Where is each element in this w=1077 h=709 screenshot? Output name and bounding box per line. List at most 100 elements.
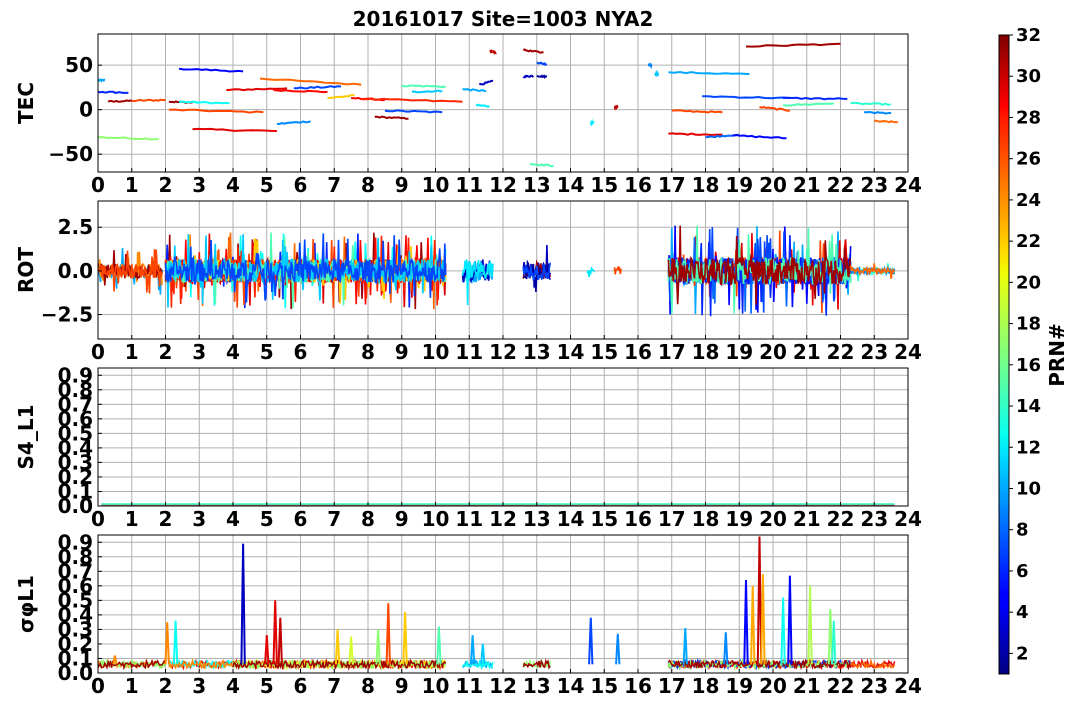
y-tick-label: 0.9 xyxy=(58,363,93,387)
x-tick-label: 3 xyxy=(192,340,206,364)
x-tick-label: 13 xyxy=(523,340,551,364)
x-tick-label: 0 xyxy=(91,173,105,197)
x-tick-label: 6 xyxy=(294,674,308,698)
x-tick-label: 12 xyxy=(489,507,517,531)
x-tick-label: 19 xyxy=(725,507,753,531)
x-tick-label: 7 xyxy=(327,674,341,698)
y-tick-label: 50 xyxy=(65,53,93,77)
x-tick-label: 2 xyxy=(159,507,173,531)
x-tick-label: 5 xyxy=(260,173,274,197)
x-tick-label: 8 xyxy=(361,340,375,364)
x-tick-label: 11 xyxy=(455,507,483,531)
x-tick-label: 19 xyxy=(725,340,753,364)
y-axis-label: S4_L1 xyxy=(14,405,38,470)
x-tick-label: 14 xyxy=(557,507,585,531)
colorbar-tick-label: 18 xyxy=(1016,314,1041,335)
x-tick-label: 3 xyxy=(192,173,206,197)
x-tick-label: 13 xyxy=(523,674,551,698)
x-tick-label: 9 xyxy=(395,507,409,531)
colorbar-tick-label: 8 xyxy=(1016,520,1029,541)
series-line-prn-6 xyxy=(783,96,848,101)
x-tick-label: 20 xyxy=(759,340,787,364)
y-tick-label: −2.5 xyxy=(41,303,93,327)
x-tick-label: 24 xyxy=(894,674,922,698)
x-tick-label: 7 xyxy=(327,507,341,531)
y-tick-label: 0.9 xyxy=(58,530,93,554)
x-tick-label: 21 xyxy=(793,674,821,698)
x-tick-label: 15 xyxy=(590,507,618,531)
y-tick-label: 2.5 xyxy=(58,215,93,239)
colorbar-tick-label: 6 xyxy=(1016,561,1029,582)
x-tick-label: 3 xyxy=(192,674,206,698)
x-tick-label: 21 xyxy=(793,173,821,197)
colorbar-tick-label: 20 xyxy=(1016,272,1041,293)
panel-3: 0 1 2 3 4 5 6 7 8 9 10 11 12 13 14 15 16 17 18 19 20 21 22 23 24… xyxy=(14,363,922,531)
x-tick-label: 9 xyxy=(395,340,409,364)
x-tick-label: 16 xyxy=(624,674,652,698)
x-tick-label: 8 xyxy=(361,507,375,531)
x-tick-label: 0 xyxy=(91,340,105,364)
colorbar-tick-label: 26 xyxy=(1016,149,1041,170)
colorbar-tick-label: 22 xyxy=(1016,231,1041,252)
x-tick-label: 16 xyxy=(624,173,652,197)
series-line-prn-2 xyxy=(536,74,548,80)
x-tick-label: 4 xyxy=(226,173,240,197)
x-tick-label: 1 xyxy=(125,674,139,698)
colorbar-tick-label: 14 xyxy=(1016,396,1041,417)
x-tick-label: 9 xyxy=(395,674,409,698)
x-tick-label: 23 xyxy=(860,173,888,197)
panel-1: 0 1 2 3 4 5 6 7 8 9 10 11 12 13 14 15 16 17 18 19 20 21 22 23 24… xyxy=(14,33,922,197)
x-tick-label: 13 xyxy=(523,507,551,531)
x-tick-label: 18 xyxy=(692,507,720,531)
x-tick-label: 23 xyxy=(860,674,888,698)
x-tick-label: 11 xyxy=(455,173,483,197)
y-tick-label: 0 xyxy=(79,98,93,122)
panel-4: 0 1 2 3 4 5 6 7 8 9 10 11 12 13 14 15 16 17 18 19 20 21 22 23 24… xyxy=(14,530,922,698)
x-tick-label: 12 xyxy=(489,173,517,197)
x-tick-label: 1 xyxy=(125,173,139,197)
chart-title: 20161017 Site=1003 NYA2 xyxy=(353,7,654,31)
x-tick-label: 6 xyxy=(294,173,308,197)
x-tick-label: 3 xyxy=(192,507,206,531)
x-tick-label: 0 xyxy=(91,674,105,698)
y-tick-label: 0.0 xyxy=(58,259,93,283)
series-line-prn-9 xyxy=(647,62,653,69)
x-tick-label: 5 xyxy=(260,507,274,531)
series-line-prn-30 xyxy=(489,49,497,55)
x-tick-label: 20 xyxy=(759,674,787,698)
x-tick-label: 8 xyxy=(361,674,375,698)
colorbar-tick-label: 30 xyxy=(1016,66,1041,87)
x-tick-label: 18 xyxy=(692,340,720,364)
y-ticks: −50 0 50 xyxy=(48,53,102,166)
x-tick-label: 16 xyxy=(624,507,652,531)
y-tick-label: −50 xyxy=(48,142,93,166)
x-tick-label: 23 xyxy=(860,340,888,364)
x-tick-label: 16 xyxy=(624,340,652,364)
series-line-prn-10 xyxy=(98,78,106,83)
x-tick-label: 20 xyxy=(759,173,787,197)
x-tick-label: 5 xyxy=(260,674,274,698)
x-tick-label: 22 xyxy=(827,173,855,197)
colorbar-tick-label: 28 xyxy=(1016,107,1041,128)
colorbar-gradient xyxy=(998,34,1010,675)
y-axis-label: TEC xyxy=(14,82,38,124)
x-tick-label: 11 xyxy=(455,674,483,698)
x-tick-label: 15 xyxy=(590,340,618,364)
x-tick-label: 2 xyxy=(159,674,173,698)
data-layer xyxy=(101,503,895,506)
x-tick-label: 18 xyxy=(692,674,720,698)
x-tick-label: 10 xyxy=(422,507,450,531)
y-ticks: 0.00.10.20.30.40.50.60.70.80.9 xyxy=(58,363,102,518)
series-line-prn-30 xyxy=(613,104,619,111)
x-tick-label: 5 xyxy=(260,340,274,364)
x-tick-label: 7 xyxy=(327,173,341,197)
x-tick-label: 17 xyxy=(658,173,686,197)
x-tick-label: 2 xyxy=(159,173,173,197)
x-tick-label: 1 xyxy=(125,507,139,531)
colorbar-tick-label: 4 xyxy=(1016,602,1029,623)
x-tick-label: 24 xyxy=(894,507,922,531)
x-tick-label: 17 xyxy=(658,674,686,698)
x-tick-label: 11 xyxy=(455,340,483,364)
figure: 20161017 Site=1003 NYA2 0 1 2 3 4 5 6 7 8 9 10 11 12… xyxy=(14,7,1069,698)
x-tick-label: 4 xyxy=(226,340,240,364)
